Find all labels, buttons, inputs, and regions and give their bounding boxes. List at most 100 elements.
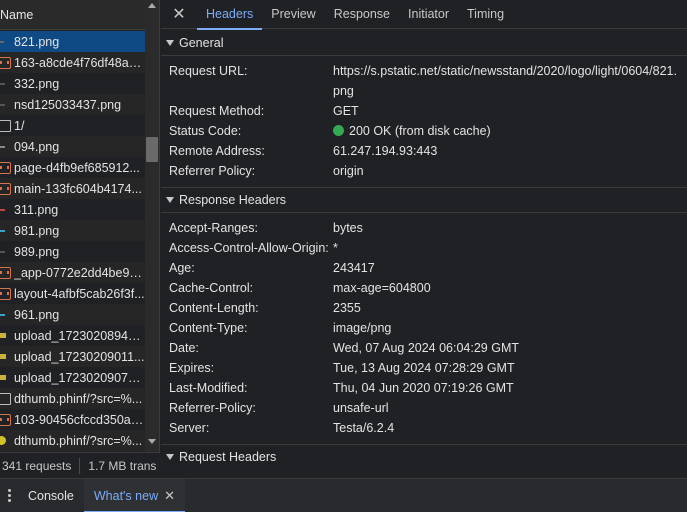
scroll-thumb[interactable] <box>146 137 158 162</box>
status-divider <box>79 457 81 474</box>
document-icon <box>0 56 11 69</box>
request-row[interactable]: 311.png <box>0 199 145 220</box>
image-icon <box>0 372 11 384</box>
header-value: Wed, 07 Aug 2024 06:04:29 GMT <box>333 341 520 355</box>
drawer-tab-whats-new[interactable]: What's new ✕ <box>83 478 186 512</box>
request-row[interactable]: main-133fc604b4174... <box>0 178 145 199</box>
request-name: main-133fc604b4174... <box>14 181 142 196</box>
header-key: Request Method: <box>169 104 265 118</box>
header-value: Thu, 04 Jun 2020 07:19:26 GMT <box>333 381 514 395</box>
request-name: 311.png <box>14 202 59 217</box>
triangle-down-icon <box>166 39 174 46</box>
image-icon <box>0 309 11 321</box>
header-value: 243417 <box>333 261 375 275</box>
scroll-up-arrow-icon[interactable] <box>148 3 156 8</box>
general-row-referrer-policy: Referrer Policy: origin <box>161 161 687 181</box>
image-icon <box>0 351 11 363</box>
request-row[interactable]: 989.png <box>0 241 145 262</box>
drawer-tab-console[interactable]: Console <box>18 479 84 512</box>
tab-timing[interactable]: Timing <box>458 0 513 29</box>
image-icon <box>0 36 11 48</box>
tab-headers[interactable]: Headers <box>197 0 263 30</box>
request-name: 989.png <box>14 244 60 259</box>
tab-response[interactable]: Response <box>325 0 399 29</box>
request-row[interactable]: 332.png <box>0 73 145 94</box>
name-column-header[interactable]: Name <box>0 0 145 30</box>
request-row[interactable]: upload_17230208949... <box>0 325 145 346</box>
header-key: Server: <box>169 421 210 435</box>
request-name: 163-a8cde4f76df48ac... <box>14 55 145 70</box>
header-key: Content-Type: <box>169 321 248 335</box>
response-headers-body: Accept-Ranges: bytes Access-Control-Allow-… <box>161 212 687 444</box>
request-row[interactable]: 103-90456cfccd350aa... <box>0 409 145 430</box>
request-row[interactable]: page-d4fb9ef685912... <box>0 157 145 178</box>
request-row[interactable]: 094.png <box>0 136 145 157</box>
header-value: Tue, 13 Aug 2024 07:28:29 GMT <box>333 361 515 375</box>
response-header-row: Server: Testa/6.2.4 <box>161 418 687 438</box>
header-value: https://s.pstatic.net/static/newsstand/2… <box>333 64 677 98</box>
image-icon <box>0 225 11 237</box>
request-name: 981.png <box>14 223 60 238</box>
request-row[interactable]: 981.png <box>0 220 145 241</box>
header-key: Status Code: <box>169 124 242 138</box>
header-key: Accept-Ranges: <box>169 221 258 235</box>
general-section-title: General <box>179 35 224 50</box>
header-key: Date: <box>169 341 199 355</box>
request-row[interactable]: layout-4afbf5cab26f3f... <box>0 283 145 304</box>
request-row[interactable]: upload_17230209011... <box>0 346 145 367</box>
general-row-request-method: Request Method: GET <box>161 101 687 121</box>
response-headers-section-header[interactable]: Response Headers <box>161 187 687 212</box>
scroll-down-arrow-icon[interactable] <box>148 439 156 444</box>
more-options-icon[interactable] <box>0 479 18 512</box>
request-row[interactable]: 821.png <box>0 31 145 52</box>
header-key: Cache-Control: <box>169 281 254 295</box>
close-tab-icon[interactable]: ✕ <box>164 488 175 504</box>
request-headers-section-header[interactable]: Request Headers <box>161 444 687 469</box>
page-icon <box>0 119 11 132</box>
header-value: 61.247.194.93:443 <box>333 144 438 158</box>
header-key: Expires: <box>169 361 215 375</box>
request-row[interactable]: 961.png <box>0 304 145 325</box>
request-name: nsd125033437.png <box>14 97 122 112</box>
request-row[interactable]: nsd125033437.png <box>0 94 145 115</box>
general-row-remote-address: Remote Address: 61.247.194.93:443 <box>161 141 687 161</box>
close-icon[interactable]: ✕ <box>161 0 197 29</box>
request-details-panel: ✕ Headers Preview Response Initiator Tim… <box>161 0 687 478</box>
document-icon <box>0 182 11 195</box>
request-name: upload_17230208949... <box>14 328 145 343</box>
header-key: Referrer Policy: <box>169 164 256 178</box>
header-value: unsafe-url <box>333 401 389 415</box>
header-value: bytes <box>333 221 363 235</box>
tab-initiator[interactable]: Initiator <box>399 0 458 29</box>
response-header-row: Age: 243417 <box>161 258 687 278</box>
request-name: _app-0772e2dd4be9a... <box>14 265 145 280</box>
image-icon <box>0 330 11 342</box>
details-tab-bar: ✕ Headers Preview Response Initiator Tim… <box>161 0 687 30</box>
header-value: origin <box>333 164 364 178</box>
request-row[interactable]: upload_17230209075... <box>0 367 145 388</box>
header-value: * <box>333 241 338 255</box>
request-row[interactable]: 1/ <box>0 115 145 136</box>
general-section-header[interactable]: General <box>161 30 687 55</box>
tab-preview[interactable]: Preview <box>262 0 324 29</box>
document-icon <box>0 413 11 426</box>
request-name: dthumb.phinf/?src=%... <box>14 391 143 406</box>
request-row[interactable]: 163-a8cde4f76df48ac... <box>0 52 145 73</box>
header-value: 2355 <box>333 301 361 315</box>
request-name: dthumb.phinf/?src=%... <box>14 433 143 448</box>
request-name: 1/ <box>14 118 25 133</box>
status-code-value-wrap: 200 OK (from disk cache) <box>333 121 687 141</box>
status-ok-dot-icon <box>333 125 344 136</box>
header-key: Referrer-Policy: <box>169 401 256 415</box>
header-key: Content-Length: <box>169 301 259 315</box>
response-header-row: Content-Type: image/png <box>161 318 687 338</box>
request-row[interactable]: dthumb.phinf/?src=%... <box>0 388 145 409</box>
request-row[interactable]: dthumb.phinf/?src=%... <box>0 430 145 451</box>
header-value: GET <box>333 104 359 118</box>
document-icon <box>0 287 11 300</box>
request-list-scrollbar[interactable] <box>145 0 159 452</box>
request-name: 094.png <box>14 139 60 154</box>
request-row[interactable]: _app-0772e2dd4be9a... <box>0 262 145 283</box>
document-icon <box>0 266 11 279</box>
header-key: Last-Modified: <box>169 381 248 395</box>
